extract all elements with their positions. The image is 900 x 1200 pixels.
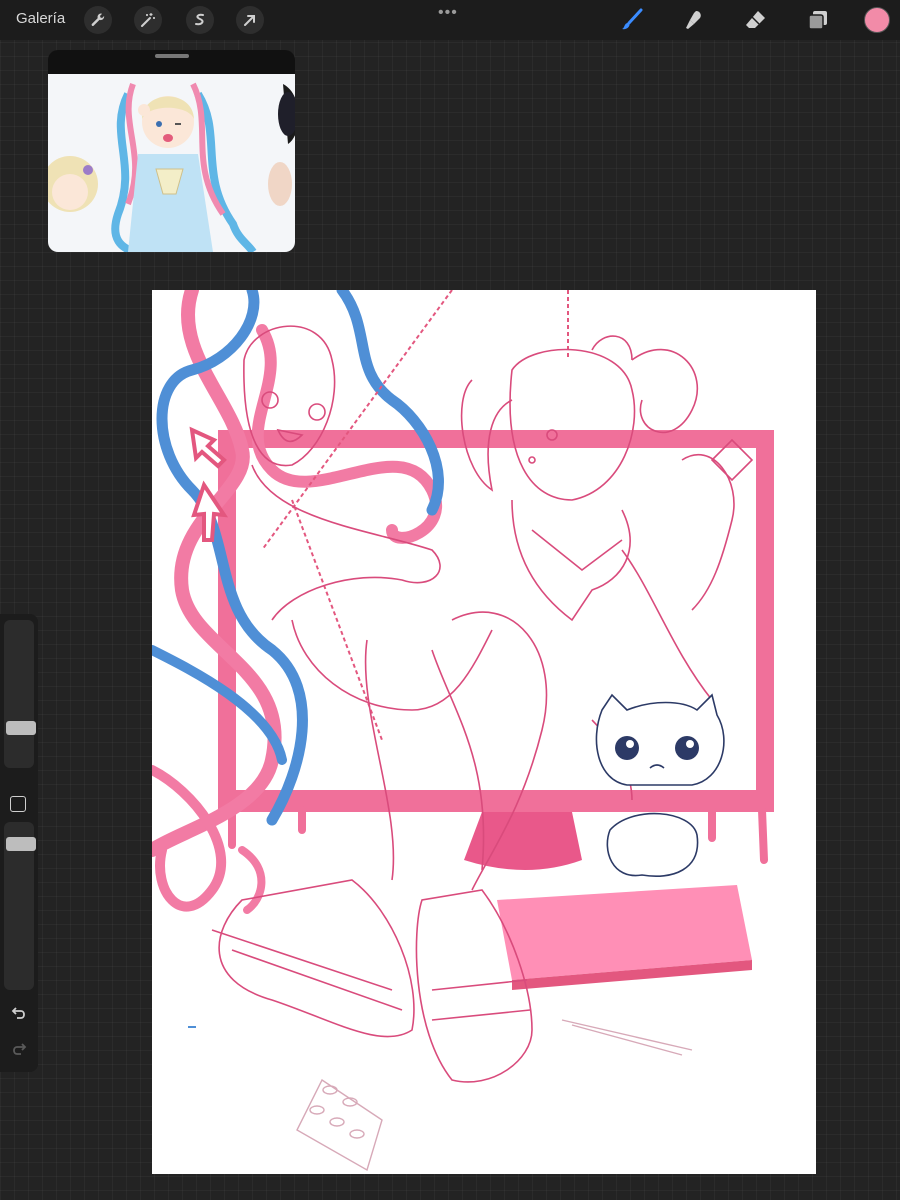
opacity-thumb[interactable] [6,837,36,851]
reference-window[interactable] [48,50,295,252]
artwork [152,290,774,1172]
actions-button[interactable] [84,6,112,34]
transform-button[interactable] [236,6,264,34]
magic-wand-icon [141,13,155,27]
gallery-button[interactable]: Galería [16,10,65,27]
undo-button[interactable] [8,1002,30,1024]
layers-button[interactable] [804,6,832,34]
eraser-tool-button[interactable] [742,6,770,34]
brush-icon [622,8,643,30]
color-swatch-button[interactable] [864,7,890,33]
top-toolbar: Galería ••• [0,0,900,40]
transform-arrow-icon [244,15,255,26]
eraser-icon [746,11,765,28]
selection-button[interactable] [186,6,214,34]
redo-icon [13,1043,27,1055]
adjustments-button[interactable] [134,6,162,34]
opacity-slider[interactable] [4,822,36,990]
layers-icon [808,11,827,30]
undo-icon [11,1007,25,1019]
selection-icon [195,13,204,26]
reference-image [48,74,295,252]
smudge-icon [686,11,701,29]
smudge-tool-button[interactable] [680,6,708,34]
left-sidebar [0,614,38,1072]
reference-drag-handle[interactable] [155,54,189,58]
modify-button[interactable] [10,796,26,812]
brush-size-thumb[interactable] [6,721,36,735]
drawing-canvas[interactable] [152,290,816,1174]
wrench-icon [91,13,105,27]
brush-tool-button[interactable] [618,6,646,34]
more-options-icon[interactable]: ••• [438,4,458,22]
brush-size-slider[interactable] [4,620,36,768]
redo-button[interactable] [8,1038,30,1060]
